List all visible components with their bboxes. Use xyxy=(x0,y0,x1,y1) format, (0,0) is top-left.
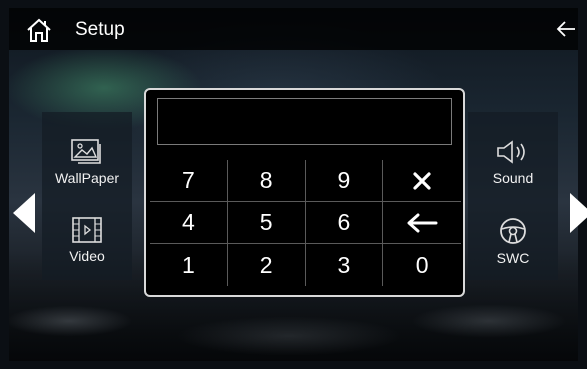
wallpaper-image-icon xyxy=(71,139,101,164)
key-3[interactable]: 3 xyxy=(306,244,384,286)
tile-label: SWC xyxy=(496,250,530,266)
key-7[interactable]: 7 xyxy=(150,160,228,202)
key-4[interactable]: 4 xyxy=(150,202,228,244)
key-6[interactable]: 6 xyxy=(305,202,384,244)
steering-wheel-icon xyxy=(500,218,526,244)
keypad-display-field[interactable] xyxy=(157,98,452,145)
backspace-key[interactable] xyxy=(383,202,461,244)
clear-key[interactable] xyxy=(383,160,461,202)
arrow-left-icon[interactable] xyxy=(555,18,577,40)
previous-page-arrow-icon[interactable] xyxy=(13,193,35,233)
next-page-arrow-icon[interactable] xyxy=(570,193,587,233)
video-film-icon xyxy=(72,217,102,243)
tile-panel-right: Sound SWC xyxy=(468,112,558,280)
key-9[interactable]: 9 xyxy=(305,160,384,202)
key-1[interactable]: 1 xyxy=(150,244,228,286)
screen: Setup WallPaper Video Sound SWC 7 8 9 4 … xyxy=(0,0,587,369)
tile-panel-left: WallPaper Video xyxy=(42,112,132,280)
tile-swc[interactable]: SWC xyxy=(468,216,558,286)
speaker-icon xyxy=(497,140,525,164)
key-2[interactable]: 2 xyxy=(228,244,306,286)
close-x-icon xyxy=(413,171,431,190)
key-0[interactable]: 0 xyxy=(383,244,461,286)
key-8[interactable]: 8 xyxy=(227,160,306,202)
tile-label: Video xyxy=(69,248,105,264)
tile-sound[interactable]: Sound xyxy=(468,138,558,208)
tile-wallpaper[interactable]: WallPaper xyxy=(42,138,132,208)
tile-video[interactable]: Video xyxy=(42,216,132,286)
header-bar: Setup xyxy=(9,8,578,50)
home-icon[interactable] xyxy=(25,17,53,43)
key-5[interactable]: 5 xyxy=(227,202,306,244)
tile-label: Sound xyxy=(492,170,534,186)
tile-label: WallPaper xyxy=(54,170,120,186)
page-title: Setup xyxy=(75,19,125,40)
arrow-left-icon xyxy=(407,213,438,232)
numeric-keypad-dialog: 7 8 9 4 5 6 1 2 3 0 xyxy=(144,88,465,297)
keypad-grid: 7 8 9 4 5 6 1 2 3 0 xyxy=(150,160,461,286)
